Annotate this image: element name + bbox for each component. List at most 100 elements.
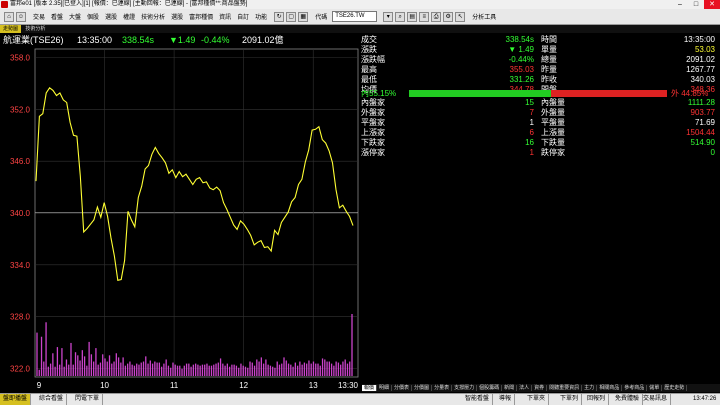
x-tick-label: 10 [100,381,109,390]
right2-value-0: 1111.28 [687,98,715,107]
info-tab-3[interactable]: 分價圖 [412,385,433,391]
window-controls: – □ ✕ [672,0,720,9]
chart-header: 航運業(TSE26) 13:35:00 338.54s ▼1.49 -0.44%… [0,33,358,47]
trade-amount: 2091.02億 [242,35,284,45]
toolbar-item-1[interactable]: 看盤 [48,10,66,24]
status-btn-6[interactable]: 交易訊息 [640,394,672,405]
maximize-icon[interactable]: □ [688,0,704,9]
chart-icon[interactable]: ▤ [407,11,418,22]
right-value-0: 13:35:00 [683,35,715,44]
left2-label-0: 內盤家 [361,98,385,107]
info-tab-14[interactable]: 儲單 [647,385,663,391]
toolbar-item-3[interactable]: 個股 [84,10,102,24]
search-icon[interactable]: ⌕ [395,11,406,22]
app-icon [1,1,8,8]
toolbar-item-11[interactable]: 功能 [252,10,270,24]
left2-value-2: 1 [529,118,534,127]
pointer-icon[interactable]: ↖ [455,11,466,22]
toolbar-item-5[interactable]: 權證 [120,10,138,24]
print-icon[interactable]: ⎙ [431,11,442,22]
dropdown-icon[interactable]: ▾ [383,11,394,22]
settings-icon[interactable]: ⚙ [443,11,454,22]
toolbar-item-2[interactable]: 大盤 [66,10,84,24]
status-btn-5[interactable]: 免費體驗 [612,394,644,405]
info-tab-1[interactable]: 明細 [377,385,393,391]
left2-label-2: 平盤家 [361,118,385,127]
right-value-4: 340.03 [690,75,715,84]
right-value-2: 2091.02 [686,55,715,64]
info-tab-10[interactable]: 閱聽重要資訊 [547,385,583,391]
status-btn-3[interactable]: 下單列 [557,394,583,405]
refresh-icon[interactable]: ↻ [274,11,285,22]
grid-icon[interactable]: ▦ [298,11,309,22]
window-icon[interactable]: ▢ [286,11,297,22]
list-icon[interactable]: ≡ [419,11,430,22]
intraday-chart[interactable]: 358.0 352.0 346.0 340.0 334.0 328.0 322.0 9 10 11… [0,47,362,392]
status-btn-4[interactable]: 回報列 [584,394,610,405]
tab-technical[interactable]: 技術分析 [22,25,48,33]
code-input[interactable]: TSE26.TW [332,11,378,22]
toolbar-item-4[interactable]: 選股 [102,10,120,24]
info-tab-0[interactable]: 報價 [362,385,378,391]
left2-label-5: 漲停家 [361,148,385,157]
y-tick-label: 340.0 [10,209,31,218]
info-tab-15[interactable]: 歷史走勢 [662,385,688,391]
right-label-3: 昨量 [541,65,557,74]
info-tab-2[interactable]: 分價表 [392,385,413,391]
info-tab-7[interactable]: 新聞 [502,385,518,391]
x-tick-label: 13 [309,381,318,390]
right-label-4: 昨收 [541,75,557,84]
y-tick-label: 322.0 [10,364,31,373]
left2-label-3: 上漲家 [361,128,385,137]
status-tab-1[interactable]: 綜合看盤 [36,394,68,405]
status-btn-1[interactable]: 導報 [496,394,516,405]
right-label-0: 時間 [541,35,557,44]
left-label-1: 漲跌 [361,45,377,54]
status-btn-0[interactable]: 智能看盤 [462,394,494,405]
info-tab-12[interactable]: 相關商品 [597,385,623,391]
status-btn-2[interactable]: 下單夾 [524,394,550,405]
x-tick-label: 13:30 [338,381,359,390]
document-tabs: 走勢圖 技術分析 [0,25,720,33]
toolbar-item-7[interactable]: 選股 [168,10,186,24]
window-title: 富邦e01 [版本 2.35][已登入][1] [報價：已連線] [主動回報：已… [10,1,248,7]
status-tab-2[interactable]: 閃電下單 [72,394,104,405]
right2-value-1: 903.77 [690,108,715,117]
right2-value-3: 1504.44 [686,128,715,137]
info-tab-5[interactable]: 支撐壓力 [452,385,478,391]
y-tick-label: 334.0 [10,261,31,270]
info-tabs: 報價 明細 分價表 分價圖 分量表 支撐壓力 個股籌碼 新聞 法人 資券 閱聽重要資訊 主力 相關商品參… [362,384,720,392]
left-value-0: 338.54s [505,35,534,44]
y-tick-label: 352.0 [10,105,31,114]
toolbar-item-10[interactable]: 自訂 [234,10,252,24]
home-icon[interactable]: ⌂ [4,11,14,22]
info-tab-8[interactable]: 法人 [517,385,533,391]
close-icon[interactable]: ✕ [704,0,720,9]
left-value-1: ▼ 1.49 [508,45,534,54]
toolbar-item-0[interactable]: 交易 [30,10,48,24]
status-tab-0[interactable]: 盤即播盤 [0,394,32,405]
toolbar-item-9[interactable]: 資訊 [216,10,234,24]
right2-label-2: 平盤量 [541,118,565,127]
left2-value-5: 1 [529,148,534,157]
info-tab-9[interactable]: 資券 [532,385,548,391]
left2-label-4: 下跌家 [361,138,385,147]
title-bar: 富邦e01 [版本 2.35][已登入][1] [報價：已連線] [主動回報：已… [0,0,720,9]
tab-trend[interactable]: 走勢圖 [0,25,22,33]
left-value-3: 355.03 [509,65,534,74]
toolbar-item-8[interactable]: 富邦種價 [186,10,216,24]
x-tick-label: 12 [239,381,248,390]
analysis-tools-menu[interactable]: 分析工具 [469,10,499,24]
info-tab-13[interactable]: 參考商品 [622,385,648,391]
minimize-icon[interactable]: – [672,0,688,9]
left2-value-3: 6 [529,128,534,137]
user-icon[interactable]: ☺ [16,11,26,22]
left-label-4: 最低 [361,75,377,84]
quote-time: 13:35:00 [77,35,113,45]
info-tab-6[interactable]: 個股籌碼 [477,385,503,391]
inner-ratio-fill [409,90,552,97]
info-tab-11[interactable]: 主力 [582,385,598,391]
info-tab-4[interactable]: 分量表 [432,385,453,391]
toolbar-item-6[interactable]: 技術分析 [138,10,168,24]
right-value-1: 53.03 [694,45,715,54]
